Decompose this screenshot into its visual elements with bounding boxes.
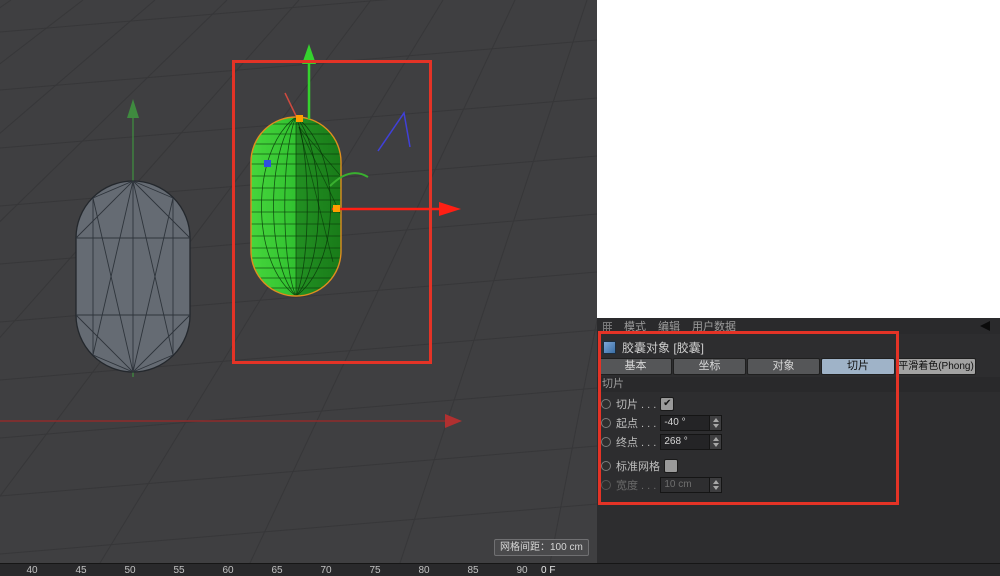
x-handle-dot: [333, 205, 340, 212]
slice-checkbox[interactable]: ✔: [660, 397, 674, 411]
ruler-tick: 75: [369, 565, 380, 576]
property-label: 宽度 . . .: [616, 477, 656, 493]
menu-item-mode[interactable]: 模式: [624, 318, 646, 334]
animation-dot-icon[interactable]: [601, 399, 611, 409]
property-row-slice: 切片 . . . ✔: [597, 394, 1000, 413]
top-handle-dot: [296, 115, 303, 122]
world-x-axis: [0, 414, 462, 428]
capsule-object-icon: [603, 341, 616, 354]
ruler-tick: 40: [26, 565, 37, 576]
width-input: 10 cm: [660, 477, 710, 493]
property-row-width: 宽度 . . . 10 cm: [597, 475, 1000, 494]
property-label: 标准网格: [616, 458, 660, 474]
panel-collapse-icon[interactable]: [980, 321, 990, 331]
spinner-up-icon[interactable]: [713, 437, 719, 441]
property-row-to: 终点 . . . 268 °: [597, 432, 1000, 451]
object-title-row: 胶囊对象 [胶囊]: [603, 339, 704, 355]
attribute-tabs: 基本 坐标 对象 切片 平滑着色(Phong): [599, 358, 976, 375]
ruler-tick: 50: [124, 565, 135, 576]
property-row-from: 起点 . . . -40 °: [597, 413, 1000, 432]
section-header-slice: 切片: [597, 377, 1000, 392]
application-window: 网格间距：100 cm 模式 编辑 用户数据 胶囊对象 [胶囊] 基本 坐标 对…: [0, 0, 1000, 576]
viewport-canvas: [0, 0, 597, 563]
tab-slice[interactable]: 切片: [821, 358, 895, 375]
spinner-down-icon[interactable]: [713, 443, 719, 447]
menu-item-userdata[interactable]: 用户数据: [692, 318, 736, 334]
ruler-tick: 90: [516, 565, 527, 576]
spinner-down-icon: [713, 486, 719, 490]
tab-coordinates[interactable]: 坐标: [673, 358, 746, 375]
selected-vertex-dot: [264, 160, 271, 167]
tab-basic[interactable]: 基本: [599, 358, 672, 375]
spinner-up-icon: [713, 480, 719, 484]
from-angle-input[interactable]: -40 °: [660, 415, 710, 431]
grid-spacing-label: 网格间距：100 cm: [494, 539, 589, 556]
capsule-green-object[interactable]: [251, 117, 341, 296]
from-angle-spinner[interactable]: [710, 415, 722, 431]
property-label: 终点 . . .: [616, 434, 656, 450]
menu-item-edit[interactable]: 编辑: [658, 318, 680, 334]
z-axis-indicator: [378, 113, 410, 151]
ruler-tick: 70: [320, 565, 331, 576]
property-label: 起点 . . .: [616, 415, 656, 431]
attribute-manager-panel: 模式 编辑 用户数据 胶囊对象 [胶囊] 基本 坐标 对象 切片 平滑着色(Ph…: [597, 318, 1000, 563]
tab-object[interactable]: 对象: [747, 358, 820, 375]
ruler-tick: 80: [418, 565, 429, 576]
to-angle-spinner[interactable]: [710, 434, 722, 450]
timeline-ruler[interactable]: 40 45 50 55 60 65 70 75 80 85 90 0 F: [0, 563, 1000, 576]
ruler-tick: 85: [467, 565, 478, 576]
tab-phong[interactable]: 平滑着色(Phong): [896, 358, 976, 375]
property-row-regular-grid: 标准网格: [597, 456, 1000, 475]
ruler-tick: 45: [75, 565, 86, 576]
width-spinner: [710, 477, 722, 493]
attribute-menu-bar: 模式 编辑 用户数据: [597, 318, 1000, 334]
regular-grid-checkbox[interactable]: [664, 459, 678, 473]
capsule-gray-object[interactable]: [76, 181, 190, 372]
ruler-tick: 65: [271, 565, 282, 576]
animation-dot-icon[interactable]: [601, 418, 611, 428]
property-label: 切片 . . .: [616, 396, 656, 412]
animation-dot-icon[interactable]: [601, 437, 611, 447]
animation-dot-icon: [601, 480, 611, 490]
to-angle-input[interactable]: 268 °: [660, 434, 710, 450]
property-list: 切片 . . . ✔ 起点 . . . -40 ° 终点 . . .: [597, 394, 1000, 494]
ruler-tick: 60: [222, 565, 233, 576]
object-title: 胶囊对象 [胶囊]: [622, 339, 704, 356]
spinner-up-icon[interactable]: [713, 418, 719, 422]
current-frame-label: 0 F: [541, 565, 555, 576]
animation-dot-icon[interactable]: [601, 461, 611, 471]
viewport[interactable]: 网格间距：100 cm: [0, 0, 597, 563]
panel-menu-grid-icon[interactable]: [603, 322, 612, 331]
ruler-tick: 55: [173, 565, 184, 576]
spinner-down-icon[interactable]: [713, 424, 719, 428]
